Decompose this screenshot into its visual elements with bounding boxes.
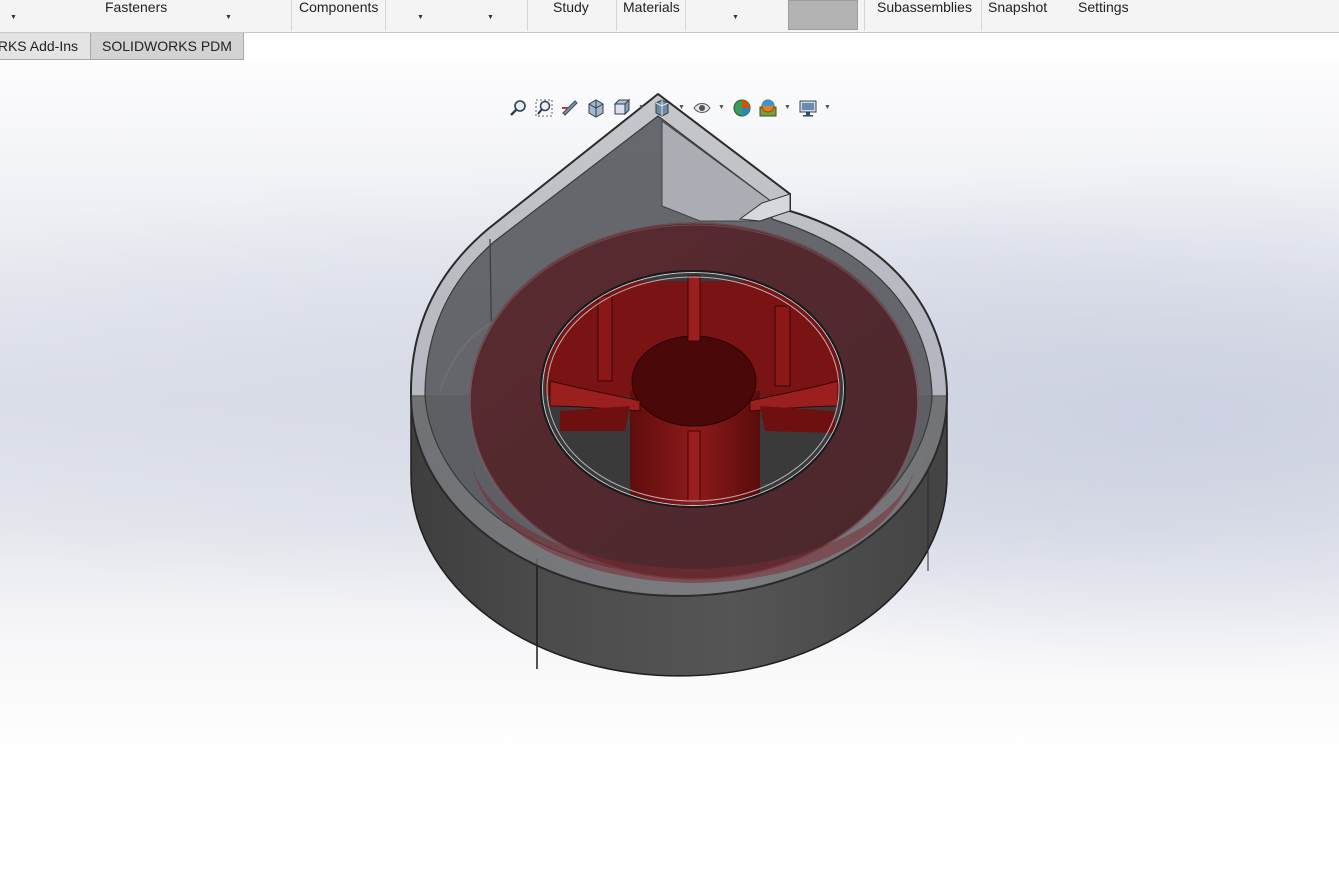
view-orientation-dropdown-icon[interactable]: ▼: [638, 104, 645, 111]
ribbon-separator: [385, 0, 386, 31]
ribbon-separator: [864, 0, 865, 31]
ribbon-settings[interactable]: Settings: [1078, 0, 1129, 15]
zoom-to-fit-icon[interactable]: [508, 98, 528, 118]
impeller-blade: [687, 275, 701, 342]
ribbon-fasteners[interactable]: Fasteners: [105, 0, 167, 15]
zoom-to-area-icon[interactable]: [534, 98, 554, 118]
tab-solidworks-pdm[interactable]: SOLIDWORKS PDM: [90, 33, 244, 60]
previous-view-icon[interactable]: [560, 98, 580, 118]
view-settings-dropdown-icon[interactable]: ▼: [824, 104, 831, 111]
section-view-icon[interactable]: [586, 98, 606, 118]
fasteners-dropdown-icon[interactable]: ▼: [225, 14, 232, 21]
dropdown-arrow-icon[interactable]: ▼: [732, 14, 739, 21]
ribbon-separator: [981, 0, 982, 31]
display-style-dropdown-icon[interactable]: ▼: [678, 104, 685, 111]
ribbon-study[interactable]: Study: [553, 0, 589, 15]
ribbon-separator: [616, 0, 617, 31]
ribbon-subassemblies[interactable]: Subassemblies: [877, 0, 972, 15]
apply-scene-dropdown-icon[interactable]: ▼: [784, 104, 791, 111]
ribbon-components[interactable]: Components: [299, 0, 378, 15]
hide-show-dropdown-icon[interactable]: ▼: [718, 104, 725, 111]
apply-scene-icon[interactable]: [758, 98, 778, 118]
command-manager-ribbon: ▼ Fasteners ▼ Components ▼ ▼ Study Mater…: [0, 0, 1339, 33]
hide-show-items-icon[interactable]: [692, 98, 712, 118]
ribbon-separator: [291, 0, 292, 31]
display-style-icon[interactable]: [652, 98, 672, 118]
impeller-hub-cap: [631, 335, 757, 427]
dropdown-arrow-icon[interactable]: ▼: [417, 14, 424, 21]
ribbon-separator: [527, 0, 528, 31]
impeller-blade: [687, 430, 701, 502]
edit-appearance-icon[interactable]: [732, 98, 752, 118]
view-orientation-icon[interactable]: [612, 98, 632, 118]
ribbon-materials[interactable]: Materials: [623, 0, 680, 15]
dropdown-arrow-icon[interactable]: ▼: [10, 14, 17, 21]
impeller-blade: [774, 305, 791, 387]
impeller-blade: [597, 295, 613, 382]
ribbon-separator: [685, 0, 686, 31]
dropdown-arrow-icon[interactable]: ▼: [487, 14, 494, 21]
tab-add-ins[interactable]: RKS Add-Ins: [0, 33, 91, 60]
graphics-viewport[interactable]: ▼ ▼ ▼ ▼ ▼: [0, 61, 1339, 891]
ribbon-snapshot[interactable]: Snapshot: [988, 0, 1047, 15]
view-settings-icon[interactable]: [798, 98, 818, 118]
blower-assembly-model[interactable]: [0, 61, 1339, 891]
ribbon-highlight-block[interactable]: [788, 0, 858, 30]
